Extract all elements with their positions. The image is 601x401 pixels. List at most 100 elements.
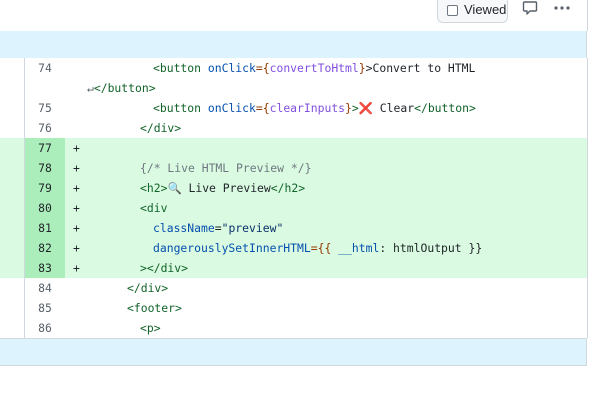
diff-marker: + [73, 241, 80, 255]
code-line: {/* Live HTML Preview */} [140, 158, 311, 178]
code-line: <button onClick={clearInputs}>❌ Clear</b… [153, 98, 476, 118]
line-number[interactable]: 77 [25, 138, 65, 158]
diff-marker: + [73, 141, 80, 155]
code-line: <h2>🔍 Live Preview</h2> [140, 178, 305, 198]
diff-row-82: 82 + dangerouslySetInnerHTML={{ __html: ht… [0, 238, 587, 258]
comment-icon[interactable] [522, 0, 538, 16]
line-number[interactable]: 80 [25, 198, 65, 218]
diff-gutter [0, 58, 25, 78]
diff-marker: + [73, 161, 80, 175]
code-token: </button> [414, 101, 476, 115]
line-number[interactable]: 81 [25, 218, 65, 238]
diff-row-76: 76 </div> [0, 118, 587, 138]
viewed-label: Viewed [464, 2, 507, 17]
code-token: </div> [127, 281, 169, 295]
line-number[interactable]: 74 [25, 58, 65, 78]
diff-marker: + [73, 221, 80, 235]
code-token: <div [140, 201, 168, 215]
line-number[interactable]: 79 [25, 178, 65, 198]
diff-gutter [0, 318, 25, 338]
code-token: ></div> [140, 261, 189, 275]
diff-row-79: 79 + <h2>🔍 Live Preview</h2> [0, 178, 587, 198]
code-token: Live Preview [181, 181, 271, 195]
diff-row-81: 81 + className="preview" [0, 218, 587, 238]
diff-gutter [0, 98, 25, 118]
code-token: <p> [140, 321, 161, 335]
hunk-expander-bottom[interactable] [0, 338, 587, 366]
code-token: onClick [201, 61, 256, 75]
line-number[interactable]: 82 [25, 238, 65, 258]
code-line: <p> [140, 318, 161, 338]
diff-row-85: 85 <footer> [0, 298, 587, 318]
code-line: <div [140, 198, 167, 218]
diff-gutter [0, 258, 25, 278]
viewed-checkbox[interactable] [447, 5, 458, 16]
diff-marker: + [73, 201, 80, 215]
line-number[interactable]: 76 [25, 118, 65, 138]
diff-row-75: 75 <button onClick={clearInputs}>❌ Clear<… [0, 98, 587, 118]
code-token: dangerouslySetInnerHTML [153, 241, 311, 255]
viewed-button[interactable]: Viewed [437, 0, 508, 23]
code-token: </button> [93, 81, 156, 95]
diff-marker: + [73, 261, 80, 275]
code-token: 🔍 [167, 181, 182, 195]
line-number[interactable]: 85 [25, 298, 65, 318]
code-token: } [345, 101, 352, 115]
line-number[interactable]: 84 [25, 278, 65, 298]
diff-row-86: 86 <p> [0, 318, 587, 338]
code-token: ❌ [358, 101, 373, 115]
diff-row-78: 78 + {/* Live HTML Preview */} [0, 158, 587, 178]
diff-gutter [0, 198, 25, 218]
code-token: </div> [140, 121, 182, 135]
diff-gutter [0, 178, 25, 198]
line-number[interactable]: 86 [25, 318, 65, 338]
code-token: = [214, 221, 222, 235]
diff-row-80: 80 + <div [0, 198, 587, 218]
code-token: button [159, 61, 202, 75]
code-token: {/* Live HTML Preview */} [140, 161, 312, 175]
code-line: ></div> [140, 258, 188, 278]
file-header: Viewed [0, 0, 588, 31]
code-token: <footer> [127, 301, 182, 315]
diff-row-84: 84 </div> [0, 278, 587, 298]
diff-row-77: 77 + [0, 138, 587, 158]
code-token: clearInputs [269, 101, 346, 115]
code-line: className="preview" [153, 218, 283, 238]
diff-gutter [0, 238, 25, 258]
code-token: className [153, 221, 215, 235]
diff-rows: 74 <button onClick={convertToHtml}>Conver… [0, 58, 588, 338]
diff-gutter [0, 218, 25, 238]
line-number[interactable] [25, 78, 65, 98]
diff-gutter [0, 138, 25, 158]
code-token: : htmlOutput }} [379, 241, 483, 255]
code-line: </div> [140, 118, 181, 138]
diff-gutter [0, 158, 25, 178]
diff-row-continuation: ↵</button> [0, 78, 587, 98]
diff-gutter [0, 78, 25, 98]
code-token: >Convert to HTML [365, 61, 476, 75]
code-token: convertToHtml [269, 61, 359, 75]
code-token: <h2> [140, 181, 168, 195]
code-token: > [351, 101, 359, 115]
code-line: <footer> [127, 298, 182, 318]
line-number[interactable]: 78 [25, 158, 65, 178]
code-token: __html [338, 241, 380, 255]
hunk-expander-top[interactable] [0, 31, 587, 59]
code-line: ↵</button> [87, 78, 156, 98]
line-number[interactable]: 83 [25, 258, 65, 278]
code-token: < [153, 61, 160, 75]
code-line: </div> [127, 278, 168, 298]
diff-row-74: 74 <button onClick={convertToHtml}>Conver… [0, 58, 587, 78]
code-token: ={ [255, 61, 270, 75]
code-token: } [358, 61, 366, 75]
code-token: ↵ [87, 81, 94, 95]
line-number[interactable]: 75 [25, 98, 65, 118]
code-token: < [153, 101, 160, 115]
diff-gutter [0, 118, 25, 138]
code-token: </h2> [270, 181, 306, 195]
code-token: ={{ [310, 241, 339, 255]
code-token: ={ [255, 101, 270, 115]
diff-row-83: 83 + ></div> [0, 258, 587, 278]
kebab-horizontal-icon[interactable] [553, 0, 571, 16]
code-token: "preview" [221, 221, 284, 235]
